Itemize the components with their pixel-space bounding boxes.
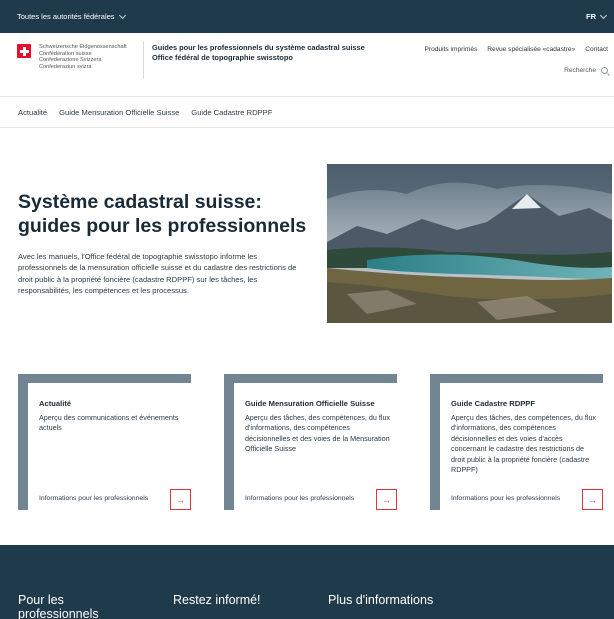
arrow-right-icon[interactable]: → — [170, 489, 191, 510]
chevron-down-icon — [118, 11, 126, 19]
federal-authorities-dropdown[interactable]: Toutes les autorités fédérales — [17, 11, 126, 21]
card-title: Actualité — [39, 399, 72, 408]
site-title-line1: Guides pour les professionnels du systèm… — [152, 43, 365, 52]
swiss-flag-icon — [17, 44, 31, 58]
confederation-name-fr: Confédération suisse — [39, 50, 92, 57]
card-frame — [224, 374, 234, 510]
chevron-down-icon — [599, 11, 608, 19]
footer-heading-professionals: Pour les professionnels — [18, 593, 99, 619]
card-grid: Actualité Aperçu des communications et é… — [18, 374, 614, 510]
nav-printed-products[interactable]: Produits imprimés — [425, 46, 478, 53]
confederation-name-de: Schweizerische Eidgenossenschaft — [39, 44, 127, 50]
site-footer: Pour les professionnels Restez informé! … — [0, 545, 614, 619]
main-navigation: Actualité Guide Mensuration Officielle S… — [0, 97, 614, 128]
federal-authorities-label: Toutes les autorités fédérales — [17, 12, 115, 21]
language-selector[interactable]: FR — [586, 11, 608, 21]
site-title[interactable]: Guides pour les professionnels du systèm… — [152, 43, 365, 63]
confederation-name-it: Confederazione Svizzera — [39, 57, 102, 64]
nav-item-guide-mensuration[interactable]: Guide Mensuration Officielle Suisse — [59, 108, 179, 117]
card-link-label[interactable]: Informations pour les professionnels — [245, 495, 354, 502]
card-link-label[interactable]: Informations pour les professionnels — [39, 495, 148, 502]
card-title: Guide Mensuration Officielle Suisse — [245, 399, 375, 408]
card-frame — [430, 374, 440, 510]
hero-landscape-image — [327, 164, 612, 323]
card-title: Guide Cadastre RDPPF — [451, 399, 535, 408]
mountain-lake-illustration — [327, 164, 612, 323]
header-divider — [143, 41, 144, 79]
footer-heading-stay-informed: Restez informé! — [173, 593, 261, 607]
footer-heading-more-info: Plus d'informations — [328, 593, 434, 607]
nav-contact[interactable]: Contact — [585, 46, 608, 53]
card-guide-mensuration[interactable]: Guide Mensuration Officielle Suisse Aper… — [224, 374, 397, 510]
language-label: FR — [586, 12, 596, 21]
card-frame — [18, 374, 191, 383]
card-text: Aperçu des tâches, des compétences, du f… — [245, 413, 391, 454]
search-button[interactable]: Recherche — [564, 67, 608, 74]
arrow-right-icon[interactable]: → — [376, 489, 397, 510]
confederation-logo[interactable]: Schweizerische Eidgenossenschaft Confédé… — [17, 44, 127, 70]
card-text: Aperçu des tâches, des compétences, du f… — [451, 413, 597, 475]
confederation-names: Schweizerische Eidgenossenschaft Confédé… — [39, 44, 127, 70]
page-title: Système cadastral suisse: guides pour le… — [18, 191, 307, 237]
card-guide-cadastre[interactable]: Guide Cadastre RDPPF Aperçu des tâches, … — [430, 374, 603, 510]
card-text: Aperçu des communications et événements … — [39, 413, 179, 433]
card-frame — [18, 374, 28, 510]
service-navigation: Produits imprimés Revue spécialisée «cad… — [425, 46, 608, 53]
nav-item-guide-cadastre[interactable]: Guide Cadastre RDPPF — [191, 108, 272, 117]
card-actualite[interactable]: Actualité Aperçu des communications et é… — [18, 374, 191, 510]
site-title-line2: Office fédéral de topographie swisstopo — [152, 53, 293, 62]
top-bar: Toutes les autorités fédérales FR — [0, 0, 614, 33]
nav-item-actualite[interactable]: Actualité — [18, 108, 47, 117]
search-label: Recherche — [564, 67, 596, 74]
hero-intro-text: Avec les manuels, l'Office fédéral de to… — [18, 252, 297, 295]
card-frame — [224, 374, 397, 383]
nav-cadastre-magazine[interactable]: Revue spécialisée «cadastre» — [487, 46, 575, 53]
card-link-label[interactable]: Informations pour les professionnels — [451, 495, 560, 502]
arrow-right-icon[interactable]: → — [582, 489, 603, 510]
card-frame — [430, 374, 603, 383]
site-header: Schweizerische Eidgenossenschaft Confédé… — [0, 33, 614, 97]
confederation-name-rm: Confederaziun svizra — [39, 63, 92, 70]
search-icon — [601, 67, 608, 74]
